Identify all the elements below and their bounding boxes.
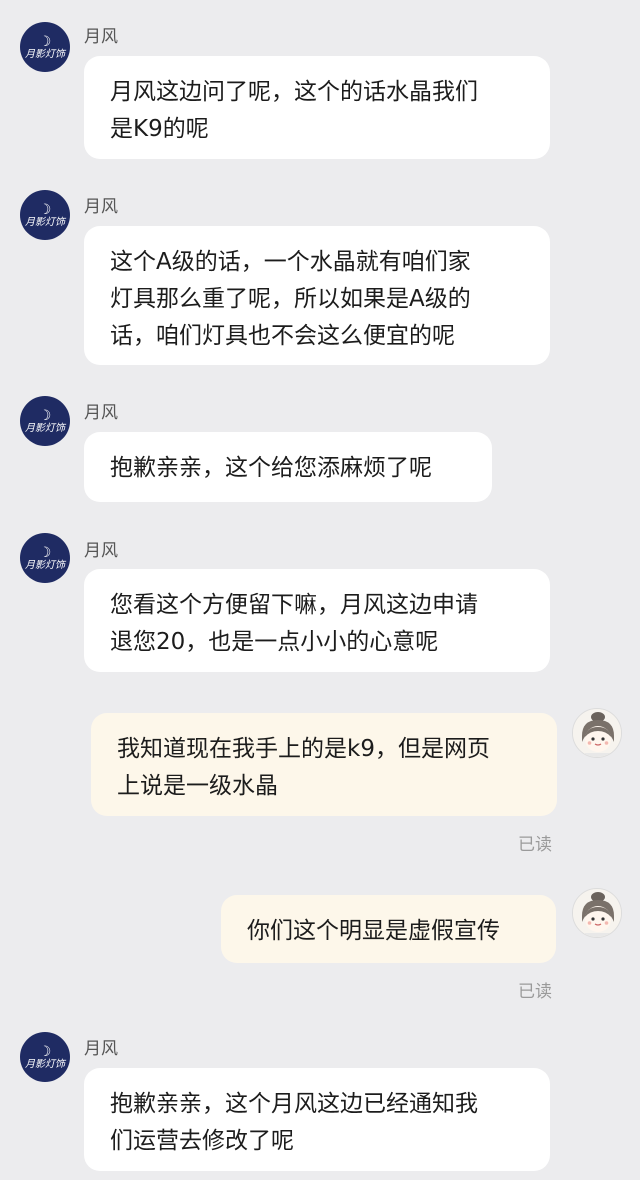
sender-name: 月风 [84,403,118,423]
moon-icon: ☽ [38,1044,52,1060]
moon-icon: ☽ [38,202,52,218]
read-status: 已读 [518,835,552,855]
shop-brand-text: 月影灯饰 [25,560,65,571]
message-bubble[interactable]: 这个A级的话，一个水晶就有咱们家 灯具那么重了呢，所以如果是A级的 话，咱们灯具… [84,226,550,365]
chat-thread: ☽ 月影灯饰 月风 月风这边问了呢，这个的话水晶我们 是K9的呢 ☽ 月影灯饰 … [0,0,640,1180]
moon-icon: ☽ [38,408,52,424]
sender-name: 月风 [84,27,118,47]
sender-name: 月风 [84,197,118,217]
girl-face-icon [573,709,621,757]
shop-avatar[interactable]: ☽ 月影灯饰 [20,22,70,72]
message-bubble[interactable]: 月风这边问了呢，这个的话水晶我们 是K9的呢 [84,56,550,159]
shop-avatar[interactable]: ☽ 月影灯饰 [20,1032,70,1082]
my-message-bubble[interactable]: 你们这个明显是虚假宣传 [221,895,556,963]
user-avatar[interactable] [572,708,622,758]
my-message-bubble[interactable]: 我知道现在我手上的是k9，但是网页 上说是一级水晶 [91,713,557,816]
shop-brand-text: 月影灯饰 [25,1059,65,1070]
sender-name: 月风 [84,1039,118,1059]
shop-avatar[interactable]: ☽ 月影灯饰 [20,533,70,583]
moon-icon: ☽ [38,545,52,561]
girl-face-icon [573,889,621,937]
message-bubble[interactable]: 您看这个方便留下嘛，月风这边申请 退您20，也是一点小小的心意呢 [84,569,550,672]
moon-icon: ☽ [38,34,52,50]
shop-brand-text: 月影灯饰 [25,423,65,434]
read-status: 已读 [518,982,552,1002]
sender-name: 月风 [84,541,118,561]
shop-brand-text: 月影灯饰 [25,49,65,60]
shop-avatar[interactable]: ☽ 月影灯饰 [20,396,70,446]
shop-avatar[interactable]: ☽ 月影灯饰 [20,190,70,240]
message-bubble[interactable]: 抱歉亲亲，这个月风这边已经通知我 们运营去修改了呢 [84,1068,550,1171]
shop-brand-text: 月影灯饰 [25,217,65,228]
user-avatar[interactable] [572,888,622,938]
message-bubble[interactable]: 抱歉亲亲，这个给您添麻烦了呢 [84,432,492,502]
